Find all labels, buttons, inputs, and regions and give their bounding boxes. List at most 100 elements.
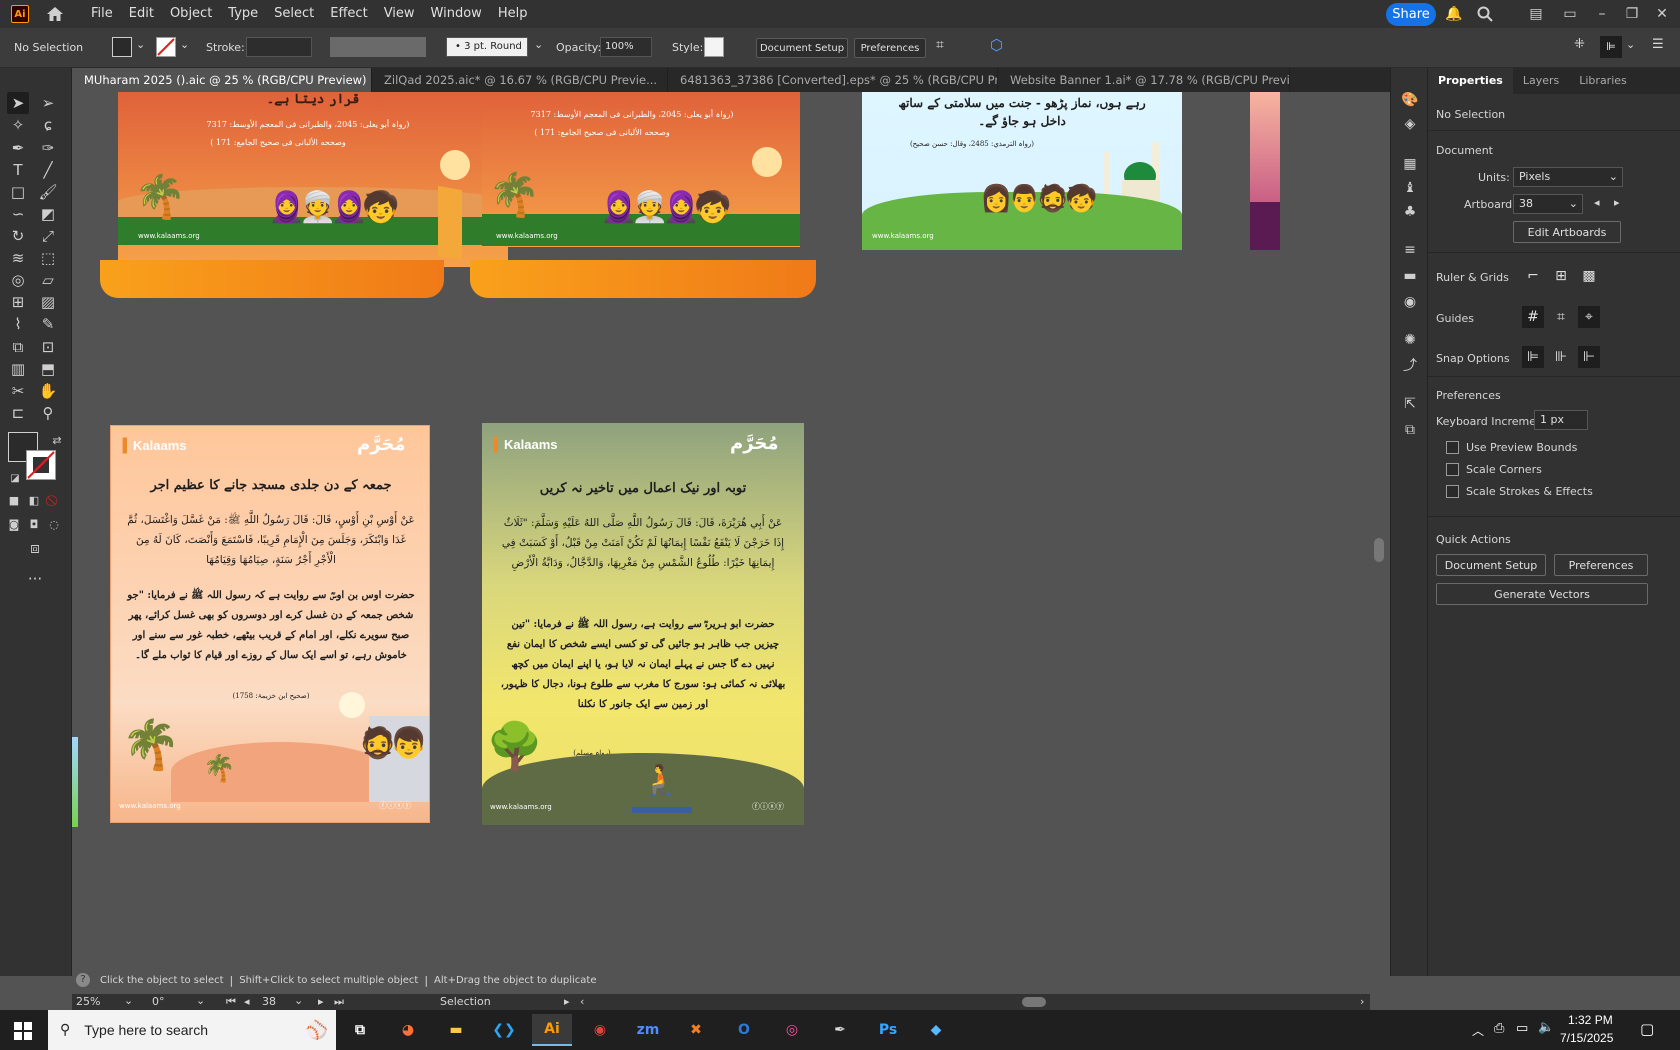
selection-tool-icon[interactable]: ➤: [7, 92, 29, 114]
image-trace-icon[interactable]: ✺: [1400, 330, 1420, 350]
menu-effect[interactable]: Effect: [322, 0, 375, 28]
external-link-icon[interactable]: ⇱: [1400, 394, 1420, 414]
rectangle-tool-icon[interactable]: □: [7, 181, 29, 203]
snap-grid-icon[interactable]: ⊪: [1550, 346, 1572, 368]
stroke-color-box[interactable]: [26, 450, 56, 480]
canvas[interactable]: قرار دیتا ہے۔ (رواہ أبو یعلی: 2045، والط…: [72, 92, 1370, 976]
scroll-left-icon[interactable]: ‹: [580, 995, 584, 1008]
panel-toggle-icon[interactable]: ▭: [1562, 6, 1578, 22]
quick-document-setup-button[interactable]: Document Setup: [1436, 554, 1546, 576]
swap-colors-icon[interactable]: ⇄: [46, 430, 68, 452]
tab-properties[interactable]: Properties: [1428, 68, 1513, 94]
previous-artboard-icon[interactable]: ◂: [1594, 196, 1600, 209]
scrollbar-thumb[interactable]: [1374, 538, 1384, 562]
bell-icon[interactable]: 🔔: [1445, 6, 1462, 22]
slice-tool-icon[interactable]: ✂: [7, 380, 29, 402]
status-menu-icon[interactable]: ▸: [564, 995, 570, 1008]
next-artboard-icon[interactable]: ▸: [318, 995, 324, 1008]
free-transform-icon[interactable]: ⬚: [37, 247, 59, 269]
brushes-icon[interactable]: ♝: [1400, 178, 1420, 198]
stroke-dropdown-icon[interactable]: ⌄: [180, 38, 189, 51]
tab-muharam[interactable]: MUharam 2025 ().aic @ 25 % (RGB/CPU Prev…: [72, 68, 372, 92]
stroke-swatch[interactable]: [156, 37, 176, 57]
app-icon[interactable]: ◆: [916, 1014, 956, 1046]
close-icon[interactable]: ✕: [1654, 6, 1670, 22]
paintbrush-icon[interactable]: 🖌: [37, 181, 59, 203]
menu-file[interactable]: File: [83, 0, 121, 28]
fill-swatch[interactable]: [112, 37, 132, 57]
xampp-icon[interactable]: ✖: [676, 1014, 716, 1046]
file-explorer-icon[interactable]: ▬: [436, 1014, 476, 1046]
measure-icon[interactable]: ✎: [37, 313, 59, 335]
scale-corners-checkbox[interactable]: [1446, 463, 1459, 476]
rotation-value[interactable]: 0°: [152, 995, 165, 1008]
next-artboard-icon[interactable]: ▸: [1614, 196, 1620, 209]
creative-cloud-icon[interactable]: ◎: [772, 1014, 812, 1046]
tab-zilqad[interactable]: ZilQad 2025.aic* @ 16.67 % (RGB/CPU Prev…: [372, 68, 668, 92]
artboard-bottom-2[interactable]: ▍Kalaams مُحَرَّم توبہ اور نیک اعمال میں…: [482, 423, 804, 825]
artboards-panel-icon[interactable]: ⧉: [1400, 420, 1420, 440]
artboard-left-edge[interactable]: [72, 737, 78, 827]
direct-selection-tool-icon[interactable]: ➢: [37, 92, 59, 114]
shape-builder-icon[interactable]: ◎: [7, 269, 29, 291]
task-view-icon[interactable]: ⧉: [340, 1014, 380, 1046]
graph-tool-icon[interactable]: ▥: [7, 358, 29, 380]
horizontal-scrollbar-thumb[interactable]: [1022, 997, 1046, 1007]
export-icon[interactable]: ⤴: [1400, 356, 1420, 376]
artboard-select[interactable]: 38 ⌄: [1513, 194, 1583, 214]
artboard-dropdown-icon[interactable]: ⌄: [294, 994, 303, 1007]
search-icon[interactable]: [1477, 6, 1493, 22]
tab-libraries[interactable]: Libraries: [1569, 68, 1637, 94]
scale-strokes-checkbox[interactable]: [1446, 485, 1459, 498]
scroll-right-icon[interactable]: ›: [1360, 995, 1364, 1008]
share-button[interactable]: Share: [1386, 3, 1436, 26]
grid-icon[interactable]: ⊞: [1550, 265, 1572, 287]
windows-start-icon[interactable]: [14, 1022, 32, 1040]
last-artboard-icon[interactable]: ⏭: [334, 995, 344, 1009]
first-artboard-icon[interactable]: ⏮: [226, 995, 236, 1009]
clock-date[interactable]: 7/15/2025: [1560, 1031, 1613, 1045]
document-setup-button[interactable]: Document Setup: [756, 38, 848, 58]
draw-behind-icon[interactable]: ◘: [23, 514, 45, 536]
preferences-button[interactable]: Preferences: [854, 38, 926, 58]
firefox-icon[interactable]: ◕: [388, 1014, 428, 1046]
illustrator-taskbar-icon[interactable]: Ai: [532, 1014, 572, 1046]
options-dropdown-icon[interactable]: ⌄: [1626, 38, 1635, 51]
panel-menu-icon[interactable]: ☰: [1652, 37, 1664, 52]
tray-expand-icon[interactable]: ︿: [1472, 1022, 1484, 1039]
eraser-icon[interactable]: ◩: [37, 203, 59, 225]
swatches-icon[interactable]: ▦: [1400, 154, 1420, 174]
ruler-icon[interactable]: ⌐: [1522, 265, 1544, 287]
isolate-icon[interactable]: ⊫: [1600, 36, 1622, 58]
gradient-tool-icon[interactable]: ▨: [37, 291, 59, 313]
stroke-weight-input[interactable]: [246, 37, 312, 57]
perspective-grid-icon[interactable]: ▱: [37, 269, 59, 291]
variable-width-profile[interactable]: [330, 37, 426, 57]
transform-icon[interactable]: ⁜: [1574, 37, 1585, 52]
more-tools-icon[interactable]: ···: [24, 568, 46, 590]
pen-tool-icon[interactable]: ✒: [7, 137, 29, 159]
brush-definition[interactable]: • 3 pt. Round: [446, 37, 528, 57]
type-tool-icon[interactable]: T: [7, 159, 29, 181]
restore-icon[interactable]: ❐: [1624, 6, 1640, 22]
tab-layers[interactable]: Layers: [1513, 68, 1569, 94]
outlook-icon[interactable]: O: [724, 1014, 764, 1046]
tab-website-banner[interactable]: Website Banner 1.ai* @ 17.78 % (RGB/CPU …: [998, 68, 1290, 92]
menu-view[interactable]: View: [376, 0, 423, 28]
none-mode-icon[interactable]: ⃠: [43, 490, 65, 512]
blend-tool-icon[interactable]: ⧉: [7, 336, 29, 358]
opacity-input[interactable]: 100%: [600, 37, 652, 57]
home-icon[interactable]: [45, 4, 65, 24]
symbol-sprayer-icon[interactable]: ⊡: [37, 336, 59, 358]
menu-object[interactable]: Object: [162, 0, 220, 28]
zoom-app-icon[interactable]: zm: [628, 1014, 668, 1046]
gradient-mode-icon[interactable]: ◧: [23, 490, 45, 512]
eyedropper-icon[interactable]: ⌇: [7, 313, 29, 335]
line-tool-icon[interactable]: ╱: [37, 159, 59, 181]
screen-mode-icon[interactable]: ⧈: [24, 537, 46, 559]
zoom-tool-icon[interactable]: ⚲: [37, 402, 59, 424]
artboard-bottom-1[interactable]: ▍Kalaams مُحَرَّم جمعہ کے دن جلدی مسجد ج…: [110, 425, 430, 823]
print-tiling-icon[interactable]: ⊏: [7, 402, 29, 424]
curvature-tool-icon[interactable]: ✑: [37, 137, 59, 159]
snap-point-icon[interactable]: ⊫: [1522, 346, 1544, 368]
